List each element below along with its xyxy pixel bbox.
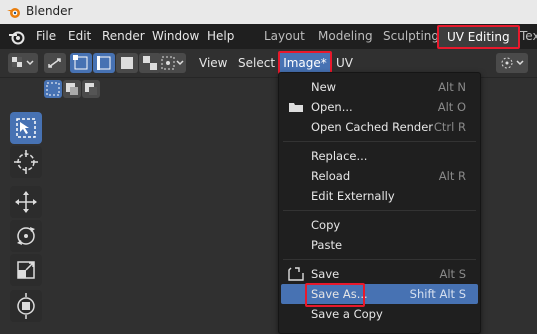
transform-icon [17,293,35,319]
menu-item-save[interactable]: Save Alt S [279,264,480,284]
save-as-highlight-box [305,283,365,307]
cursor-tool[interactable] [10,146,42,178]
pivot-point-icon [501,57,524,69]
menu-item-save-a-copy[interactable]: Save a Copy [279,304,480,324]
tab-modeling[interactable]: Modeling [318,29,373,43]
menu-edit[interactable]: Edit [68,29,91,43]
menu-item-label: Copy [311,218,341,232]
menu-item-replace[interactable]: Replace... [279,146,480,166]
select-extend-icon [66,83,78,95]
select-box-tool[interactable] [10,112,42,144]
view-menu[interactable]: View [199,56,227,70]
editor-type-button[interactable] [8,53,38,73]
checker-grid-icon [12,57,34,67]
select-new-mode-button[interactable] [44,80,62,98]
edge-select-mode-button[interactable] [93,53,115,73]
rotate-tool[interactable] [10,220,42,252]
select-extend-mode-button[interactable] [63,80,81,98]
save-image-icon [288,267,304,281]
tab-layout[interactable]: Layout [264,29,305,43]
window-title: Blender [26,4,73,18]
menu-item-label: Reload [311,169,351,183]
blender-menu-icon[interactable] [8,28,26,46]
menu-item-open[interactable]: Open... Alt O [279,97,480,117]
menu-item-paste[interactable]: Paste [279,235,480,255]
menu-item-shortcut: Shift Alt S [409,287,466,301]
move-arrows-icon [15,191,37,213]
menu-render[interactable]: Render [102,29,145,43]
menu-file[interactable]: File [36,29,56,43]
menu-item-copy[interactable]: Copy [279,215,480,235]
face-select-mode-button[interactable] [116,53,138,73]
menu-item-shortcut: Alt N [438,80,466,94]
scale-icon [17,261,35,279]
sync-selection-button[interactable] [44,53,66,73]
toolbar-left [8,108,48,322]
menu-separator [283,259,476,260]
vertex-select-icon [73,55,88,70]
select-box-icon [16,118,36,138]
menu-item-label: Open... [311,100,353,114]
folder-icon [289,103,303,112]
menu-item-edit-externally[interactable]: Edit Externally [279,186,480,206]
sticky-select-icon [161,56,184,70]
menu-separator [283,210,476,211]
sync-arrows-icon [48,58,61,68]
menu-item-new[interactable]: New Alt N [279,77,480,97]
menu-item-label: New [311,80,337,94]
menu-separator [283,141,476,142]
menu-item-label: Paste [311,238,343,252]
select-new-icon [46,82,60,96]
uv-menu[interactable]: UV [336,56,353,70]
blender-logo-icon [7,8,20,18]
menu-item-shortcut: Alt R [438,169,466,183]
menu-item-shortcut: Ctrl R [433,120,466,134]
vertex-select-mode-button[interactable] [70,53,92,73]
menu-item-label: Save [311,267,340,281]
transform-tool[interactable] [10,290,42,322]
select-menu[interactable]: Select [238,56,275,70]
menu-item-label: Save a Copy [311,307,383,321]
move-tool[interactable] [10,186,42,218]
menu-item-reload[interactable]: Reload Alt R [279,166,480,186]
menu-item-label: Edit Externally [311,189,395,203]
edge-select-icon [97,56,111,70]
tab-sculpting[interactable]: Sculpting [383,29,439,43]
tab-texture-paint[interactable]: Tex [520,29,537,43]
rotate-icon [17,227,35,245]
top-menu-bar: File Edit Render Window Help Layout Mode… [0,24,537,49]
cursor-crosshair-icon [14,150,38,174]
tab-uv-editing[interactable]: UV Editing [437,25,520,49]
menu-item-shortcut: Alt S [439,267,466,281]
select-subtract-icon [85,83,97,95]
scale-tool[interactable] [10,254,42,286]
menu-item-label: Open Cached Render [311,120,434,134]
title-bar: Blender [0,0,537,24]
menu-item-open-cached-render[interactable]: Open Cached Render Ctrl R [279,117,480,137]
menu-help[interactable]: Help [207,29,234,43]
menu-window[interactable]: Window [152,29,199,43]
select-subtract-mode-button[interactable] [82,80,100,98]
pivot-point-dropdown[interactable] [496,53,528,73]
menu-item-shortcut: Alt O [437,100,466,114]
sticky-selection-dropdown[interactable] [158,53,186,73]
menu-item-label: Replace... [311,149,368,163]
face-select-icon [121,57,133,69]
